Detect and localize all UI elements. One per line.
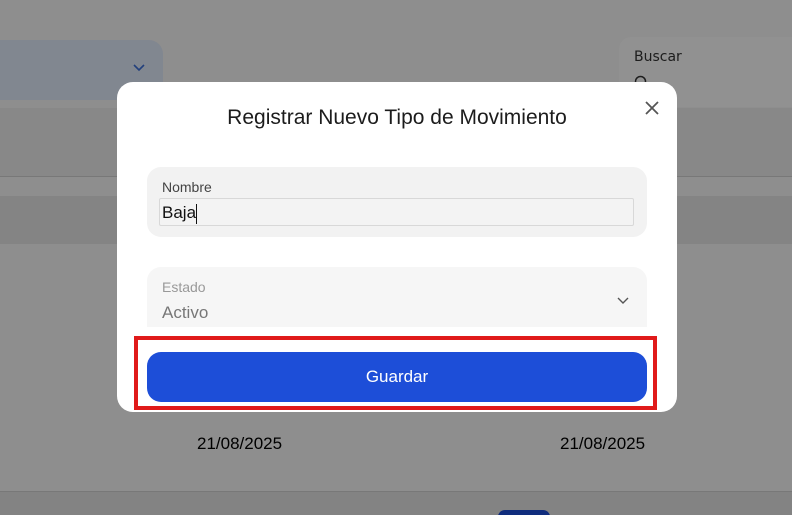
close-icon[interactable]: [643, 99, 661, 117]
dialog-title: Registrar Nuevo Tipo de Movimiento: [227, 106, 567, 129]
name-field-label: Nombre: [162, 179, 212, 195]
status-select-value: Activo: [162, 303, 209, 322]
status-select[interactable]: Estado Activo: [147, 267, 647, 327]
chevron-down-icon: [617, 297, 629, 304]
name-input-value: Baja: [162, 203, 198, 224]
status-field-label: Estado: [162, 279, 206, 295]
name-field: Nombre Baja: [147, 167, 647, 237]
text-caret: [196, 203, 198, 224]
name-input[interactable]: Baja: [159, 198, 634, 226]
highlight-box: [134, 336, 657, 410]
